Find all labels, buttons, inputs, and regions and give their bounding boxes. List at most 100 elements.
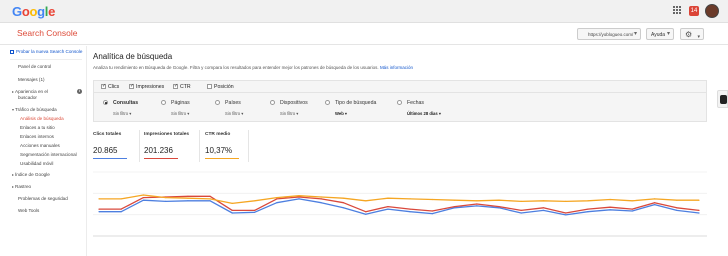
data-point[interactable] [409,198,411,200]
filter-queries[interactable]: Sin filtro ▾ [113,111,131,116]
data-point[interactable] [120,211,122,213]
settings-button[interactable]: ⚙ ▾ [680,28,704,40]
sidebar-item-web-tools[interactable]: Web Tools [18,208,39,214]
feedback-icon[interactable] [717,90,728,108]
data-point[interactable] [165,197,167,199]
data-point[interactable] [698,212,700,214]
data-point[interactable] [431,198,433,201]
data-point[interactable] [387,197,389,199]
data-point[interactable] [654,198,656,200]
data-point[interactable] [676,207,678,209]
data-point[interactable] [231,212,233,214]
data-point[interactable] [254,211,256,213]
performance-chart[interactable] [93,168,707,240]
data-point[interactable] [654,204,656,206]
google-logo[interactable]: Google [12,4,55,19]
data-point[interactable] [654,202,656,204]
filter-dates[interactable]: Últimos 28 días ▾ [407,111,441,116]
checkbox-clicks[interactable]: Clics [101,83,119,90]
dimension-search-type[interactable]: Tipo de búsqueda [325,100,376,106]
sidebar-item-panel[interactable]: Panel de control [18,64,51,70]
data-point[interactable] [342,207,344,209]
data-point[interactable] [476,205,478,207]
data-point[interactable] [209,195,211,197]
dimension-queries[interactable]: Consultas [103,100,138,106]
data-point[interactable] [609,198,611,201]
checkbox-ctr[interactable]: CTR [173,83,191,90]
sidebar-item-internal-links[interactable]: Enlaces internos [20,134,54,140]
filter-search-type[interactable]: Web ▾ [335,111,347,116]
data-point[interactable] [476,200,478,202]
site-selector[interactable]: https://yoblogueo.com/ [577,28,641,40]
data-point[interactable] [676,209,678,211]
data-point[interactable] [120,198,122,200]
filter-pages[interactable]: Sin filtro ▾ [171,111,189,116]
filter-countries[interactable]: Sin filtro ▾ [225,111,243,116]
data-point[interactable] [476,203,478,205]
data-point[interactable] [298,196,300,198]
data-point[interactable] [387,206,389,208]
sidebar-item-crawl[interactable]: ▸Rastreo [12,184,31,190]
data-point[interactable] [520,200,522,202]
data-point[interactable] [698,209,700,211]
metric-impressions[interactable]: Impresiones totales 201.236 [144,132,202,162]
product-title[interactable]: Search Console [17,28,77,38]
data-point[interactable] [98,198,100,200]
apps-grid-icon[interactable] [673,6,682,15]
data-point[interactable] [187,195,189,197]
data-point[interactable] [631,210,633,212]
data-point[interactable] [209,200,211,202]
info-icon[interactable]: i [77,89,82,94]
data-point[interactable] [342,197,344,199]
sidebar-item-search-traffic[interactable]: ▾Tráfico de búsqueda [12,107,57,113]
data-point[interactable] [187,200,189,202]
checkbox-impressions[interactable]: Impresiones [129,83,164,90]
dimension-dates[interactable]: Fechas [397,100,424,106]
data-point[interactable] [98,211,100,213]
data-point[interactable] [142,197,144,199]
data-point[interactable] [587,200,589,202]
data-point[interactable] [631,208,633,210]
data-point[interactable] [254,200,256,202]
data-point[interactable] [254,209,256,211]
data-point[interactable] [387,208,389,210]
data-point[interactable] [587,211,589,213]
data-point[interactable] [498,199,500,201]
data-point[interactable] [320,198,322,200]
sidebar-item-search-appearance[interactable]: ▸Apariencia en el [12,89,48,95]
data-point[interactable] [142,199,144,201]
data-point[interactable] [98,208,100,210]
data-point[interactable] [231,202,233,204]
data-point[interactable] [542,207,544,209]
dimension-countries[interactable]: Países [215,100,241,106]
sidebar-item-links[interactable]: Enlaces a tu sitio [20,125,55,131]
filter-devices[interactable]: Sin filtro ▾ [280,111,298,116]
data-point[interactable] [454,206,456,208]
data-point[interactable] [631,200,633,202]
data-point[interactable] [409,208,411,210]
data-point[interactable] [276,197,278,199]
sidebar-item-messages[interactable]: Mensajes (1) [18,77,45,83]
sidebar-item-manual-actions[interactable]: Acciones manuales [20,143,60,149]
sidebar-item-search-analytics[interactable]: Análisis de búsqueda [20,116,64,122]
data-point[interactable] [276,198,278,200]
data-point[interactable] [454,199,456,201]
data-point[interactable] [542,200,544,202]
notifications-badge[interactable]: 14 [689,6,699,16]
data-point[interactable] [431,213,433,215]
dimension-devices[interactable]: Dispositivos [270,100,308,106]
sidebar-item-security[interactable]: Problemas de seguridad [18,196,68,202]
data-point[interactable] [431,210,433,212]
data-point[interactable] [365,213,367,215]
data-point[interactable] [209,198,211,200]
data-point[interactable] [520,209,522,211]
data-point[interactable] [320,196,322,198]
data-point[interactable] [298,198,300,200]
data-point[interactable] [409,211,411,213]
metric-clicks[interactable]: Clics totales 20.865 [93,132,151,162]
data-point[interactable] [187,197,189,199]
data-point[interactable] [342,202,344,204]
sidebar-item-google-index[interactable]: ▸Índice de Google [12,172,50,178]
data-point[interactable] [120,208,122,210]
data-point[interactable] [320,202,322,204]
